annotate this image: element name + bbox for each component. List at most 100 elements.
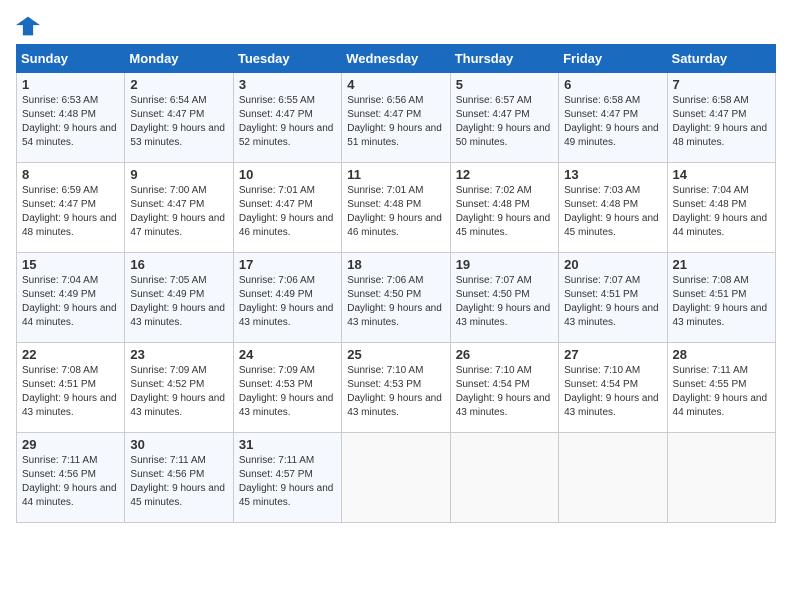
- day-info: Sunrise: 6:57 AMSunset: 4:47 PMDaylight:…: [456, 94, 553, 150]
- day-of-week-header: Saturday: [667, 45, 775, 73]
- day-number: 27: [564, 347, 661, 362]
- calendar-day-cell: 10 Sunrise: 7:01 AMSunset: 4:47 PMDaylig…: [233, 163, 341, 253]
- day-info: Sunrise: 7:02 AMSunset: 4:48 PMDaylight:…: [456, 184, 553, 240]
- day-number: 22: [22, 347, 119, 362]
- calendar-day-cell: 11 Sunrise: 7:01 AMSunset: 4:48 PMDaylig…: [342, 163, 450, 253]
- calendar-day-cell: 6 Sunrise: 6:58 AMSunset: 4:47 PMDayligh…: [559, 73, 667, 163]
- calendar-day-cell: 21 Sunrise: 7:08 AMSunset: 4:51 PMDaylig…: [667, 253, 775, 343]
- day-info: Sunrise: 7:06 AMSunset: 4:49 PMDaylight:…: [239, 274, 336, 330]
- calendar-day-cell: [342, 433, 450, 523]
- day-number: 14: [673, 167, 770, 182]
- day-info: Sunrise: 7:05 AMSunset: 4:49 PMDaylight:…: [130, 274, 227, 330]
- day-number: 10: [239, 167, 336, 182]
- day-info: Sunrise: 7:08 AMSunset: 4:51 PMDaylight:…: [673, 274, 770, 330]
- day-info: Sunrise: 7:11 AMSunset: 4:55 PMDaylight:…: [673, 364, 770, 420]
- day-number: 5: [456, 77, 553, 92]
- day-of-week-header: Thursday: [450, 45, 558, 73]
- day-number: 12: [456, 167, 553, 182]
- calendar-table: SundayMondayTuesdayWednesdayThursdayFrid…: [16, 44, 776, 523]
- day-number: 25: [347, 347, 444, 362]
- calendar-day-cell: 20 Sunrise: 7:07 AMSunset: 4:51 PMDaylig…: [559, 253, 667, 343]
- day-info: Sunrise: 7:03 AMSunset: 4:48 PMDaylight:…: [564, 184, 661, 240]
- calendar-day-cell: 28 Sunrise: 7:11 AMSunset: 4:55 PMDaylig…: [667, 343, 775, 433]
- logo: [16, 16, 44, 36]
- day-info: Sunrise: 7:07 AMSunset: 4:51 PMDaylight:…: [564, 274, 661, 330]
- day-info: Sunrise: 7:01 AMSunset: 4:47 PMDaylight:…: [239, 184, 336, 240]
- calendar-day-cell: 8 Sunrise: 6:59 AMSunset: 4:47 PMDayligh…: [17, 163, 125, 253]
- header-row: SundayMondayTuesdayWednesdayThursdayFrid…: [17, 45, 776, 73]
- calendar-day-cell: 3 Sunrise: 6:55 AMSunset: 4:47 PMDayligh…: [233, 73, 341, 163]
- day-number: 30: [130, 437, 227, 452]
- day-info: Sunrise: 7:06 AMSunset: 4:50 PMDaylight:…: [347, 274, 444, 330]
- day-info: Sunrise: 7:04 AMSunset: 4:48 PMDaylight:…: [673, 184, 770, 240]
- calendar-day-cell: 15 Sunrise: 7:04 AMSunset: 4:49 PMDaylig…: [17, 253, 125, 343]
- calendar-day-cell: 23 Sunrise: 7:09 AMSunset: 4:52 PMDaylig…: [125, 343, 233, 433]
- day-number: 2: [130, 77, 227, 92]
- calendar-day-cell: 18 Sunrise: 7:06 AMSunset: 4:50 PMDaylig…: [342, 253, 450, 343]
- day-info: Sunrise: 7:00 AMSunset: 4:47 PMDaylight:…: [130, 184, 227, 240]
- calendar-day-cell: 1 Sunrise: 6:53 AMSunset: 4:48 PMDayligh…: [17, 73, 125, 163]
- page-header: [16, 16, 776, 36]
- calendar-day-cell: 27 Sunrise: 7:10 AMSunset: 4:54 PMDaylig…: [559, 343, 667, 433]
- day-info: Sunrise: 7:10 AMSunset: 4:53 PMDaylight:…: [347, 364, 444, 420]
- day-info: Sunrise: 7:07 AMSunset: 4:50 PMDaylight:…: [456, 274, 553, 330]
- day-number: 3: [239, 77, 336, 92]
- day-info: Sunrise: 6:59 AMSunset: 4:47 PMDaylight:…: [22, 184, 119, 240]
- day-info: Sunrise: 7:08 AMSunset: 4:51 PMDaylight:…: [22, 364, 119, 420]
- day-number: 16: [130, 257, 227, 272]
- calendar-day-cell: 5 Sunrise: 6:57 AMSunset: 4:47 PMDayligh…: [450, 73, 558, 163]
- day-number: 31: [239, 437, 336, 452]
- calendar-day-cell: 31 Sunrise: 7:11 AMSunset: 4:57 PMDaylig…: [233, 433, 341, 523]
- day-number: 18: [347, 257, 444, 272]
- day-number: 13: [564, 167, 661, 182]
- day-info: Sunrise: 7:09 AMSunset: 4:52 PMDaylight:…: [130, 364, 227, 420]
- calendar-day-cell: [450, 433, 558, 523]
- calendar-day-cell: 7 Sunrise: 6:58 AMSunset: 4:47 PMDayligh…: [667, 73, 775, 163]
- calendar-day-cell: [667, 433, 775, 523]
- day-info: Sunrise: 7:09 AMSunset: 4:53 PMDaylight:…: [239, 364, 336, 420]
- calendar-day-cell: 19 Sunrise: 7:07 AMSunset: 4:50 PMDaylig…: [450, 253, 558, 343]
- calendar-week-row: 29 Sunrise: 7:11 AMSunset: 4:56 PMDaylig…: [17, 433, 776, 523]
- day-number: 21: [673, 257, 770, 272]
- calendar-day-cell: 25 Sunrise: 7:10 AMSunset: 4:53 PMDaylig…: [342, 343, 450, 433]
- day-number: 9: [130, 167, 227, 182]
- day-number: 19: [456, 257, 553, 272]
- day-number: 17: [239, 257, 336, 272]
- day-info: Sunrise: 7:11 AMSunset: 4:56 PMDaylight:…: [22, 454, 119, 510]
- day-of-week-header: Friday: [559, 45, 667, 73]
- logo-icon: [16, 16, 40, 36]
- day-number: 6: [564, 77, 661, 92]
- day-of-week-header: Sunday: [17, 45, 125, 73]
- day-number: 8: [22, 167, 119, 182]
- day-info: Sunrise: 6:54 AMSunset: 4:47 PMDaylight:…: [130, 94, 227, 150]
- day-info: Sunrise: 7:10 AMSunset: 4:54 PMDaylight:…: [564, 364, 661, 420]
- calendar-day-cell: 29 Sunrise: 7:11 AMSunset: 4:56 PMDaylig…: [17, 433, 125, 523]
- calendar-day-cell: 26 Sunrise: 7:10 AMSunset: 4:54 PMDaylig…: [450, 343, 558, 433]
- day-info: Sunrise: 6:58 AMSunset: 4:47 PMDaylight:…: [673, 94, 770, 150]
- calendar-week-row: 22 Sunrise: 7:08 AMSunset: 4:51 PMDaylig…: [17, 343, 776, 433]
- day-of-week-header: Wednesday: [342, 45, 450, 73]
- day-number: 1: [22, 77, 119, 92]
- day-info: Sunrise: 6:56 AMSunset: 4:47 PMDaylight:…: [347, 94, 444, 150]
- calendar-day-cell: 24 Sunrise: 7:09 AMSunset: 4:53 PMDaylig…: [233, 343, 341, 433]
- day-number: 7: [673, 77, 770, 92]
- day-of-week-header: Monday: [125, 45, 233, 73]
- day-info: Sunrise: 7:04 AMSunset: 4:49 PMDaylight:…: [22, 274, 119, 330]
- day-info: Sunrise: 7:11 AMSunset: 4:57 PMDaylight:…: [239, 454, 336, 510]
- calendar-week-row: 1 Sunrise: 6:53 AMSunset: 4:48 PMDayligh…: [17, 73, 776, 163]
- day-info: Sunrise: 7:10 AMSunset: 4:54 PMDaylight:…: [456, 364, 553, 420]
- calendar-day-cell: 22 Sunrise: 7:08 AMSunset: 4:51 PMDaylig…: [17, 343, 125, 433]
- day-number: 29: [22, 437, 119, 452]
- calendar-day-cell: 12 Sunrise: 7:02 AMSunset: 4:48 PMDaylig…: [450, 163, 558, 253]
- calendar-day-cell: 9 Sunrise: 7:00 AMSunset: 4:47 PMDayligh…: [125, 163, 233, 253]
- calendar-week-row: 8 Sunrise: 6:59 AMSunset: 4:47 PMDayligh…: [17, 163, 776, 253]
- day-number: 11: [347, 167, 444, 182]
- day-info: Sunrise: 7:01 AMSunset: 4:48 PMDaylight:…: [347, 184, 444, 240]
- calendar-day-cell: [559, 433, 667, 523]
- day-number: 20: [564, 257, 661, 272]
- day-number: 15: [22, 257, 119, 272]
- day-info: Sunrise: 6:55 AMSunset: 4:47 PMDaylight:…: [239, 94, 336, 150]
- day-number: 24: [239, 347, 336, 362]
- calendar-day-cell: 16 Sunrise: 7:05 AMSunset: 4:49 PMDaylig…: [125, 253, 233, 343]
- day-info: Sunrise: 6:53 AMSunset: 4:48 PMDaylight:…: [22, 94, 119, 150]
